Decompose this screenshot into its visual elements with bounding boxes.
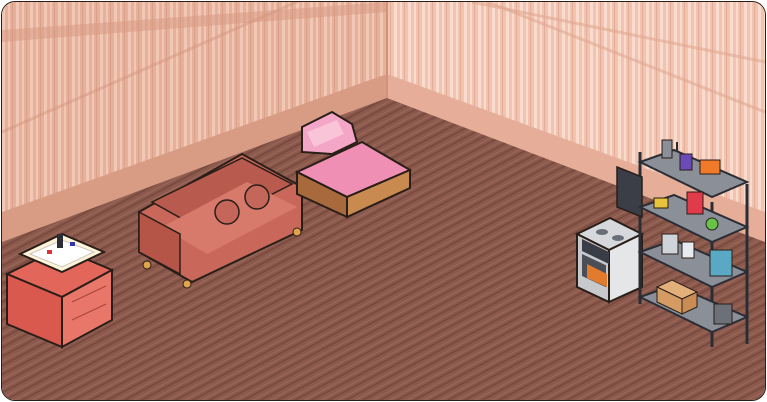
game-viewport (1, 1, 766, 401)
burner-icon (612, 235, 624, 241)
stove[interactable] (574, 216, 645, 304)
room-scene (2, 2, 765, 400)
burner-icon (596, 229, 608, 235)
faucet-icon (57, 234, 63, 248)
pillow-icon (214, 199, 240, 225)
pillow-icon (244, 184, 270, 210)
